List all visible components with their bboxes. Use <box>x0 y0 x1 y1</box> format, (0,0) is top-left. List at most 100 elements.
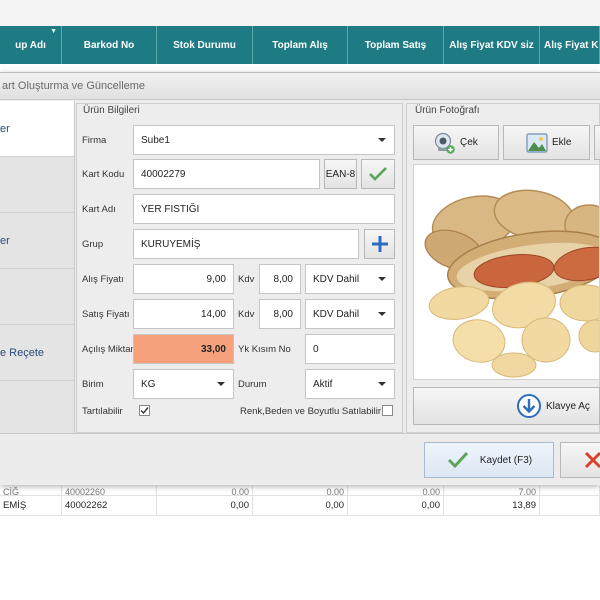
extra-photo-button[interactable] <box>594 125 600 160</box>
col-grup-adi[interactable]: up Adı ▼ <box>0 26 62 64</box>
add-group-button[interactable] <box>364 229 395 259</box>
grid-body: ÇİĞ 40002260 0,00 0,00 0,00 7,00 EMİŞ 40… <box>0 480 600 520</box>
cek-button[interactable]: Çek <box>413 125 499 160</box>
kaydet-button[interactable]: Kaydet (F3) <box>424 442 554 478</box>
sidebar-item-3[interactable]: er <box>0 213 74 269</box>
sidebar-item-genel[interactable]: er <box>0 101 74 157</box>
dialog-sidebar: er er e Reçete <box>0 101 75 433</box>
kdv-label-1: Kdv <box>238 274 255 285</box>
sidebar-item-recete[interactable]: e Reçete <box>0 325 74 381</box>
ean8-button[interactable]: EAN-8 <box>324 159 357 189</box>
col-label: Alış Fiyat KDV <box>544 39 599 51</box>
table-row[interactable]: EMİŞ 40002262 0,00 0,00 0,00 13,89 <box>0 496 600 516</box>
cell-toplam-satis: 0,00 <box>348 486 444 495</box>
cell-toplam-satis: 0,00 <box>348 496 444 515</box>
kart-adi-value: YER FISTIĞI <box>141 203 200 215</box>
kart-adi-input[interactable]: YER FISTIĞI <box>133 194 395 224</box>
kdv-type-value-1: KDV Dahil <box>313 273 360 285</box>
ekle-button[interactable]: Ekle <box>503 125 590 160</box>
ean8-label: EAN-8 <box>325 168 356 180</box>
durum-select[interactable]: Aktif <box>305 369 395 399</box>
renk-beden-checkbox[interactable] <box>382 405 393 416</box>
alis-fiyati-input[interactable]: 9,00 <box>133 264 234 294</box>
birim-value: KG <box>141 378 156 390</box>
col-toplam-satis[interactable]: Toplam Satış <box>348 26 444 64</box>
kdv-value-2: 8,00 <box>273 308 293 320</box>
col-barkod-no[interactable]: Barkod No <box>62 26 157 64</box>
satis-fiyati-input[interactable]: 14,00 <box>133 299 234 329</box>
alis-fiyati-value: 9,00 <box>206 273 226 285</box>
toolbar-strip <box>0 0 600 26</box>
kdv-type-select-1[interactable]: KDV Dahil <box>305 264 395 294</box>
kdv-type-value-2: KDV Dahil <box>313 308 360 320</box>
col-alis-fiyat-kdv[interactable]: Alış Fiyat KDV <box>540 26 600 64</box>
peanut-image <box>414 165 599 379</box>
alis-fiyati-label: Alış Fiyatı <box>82 274 124 285</box>
grup-input[interactable]: KURUYEMİŞ <box>133 229 359 259</box>
cell-stok: 0,00 <box>157 486 253 495</box>
satis-fiyati-value: 14,00 <box>200 308 226 320</box>
klavye-label: Klavye Aç <box>546 400 590 412</box>
plus-icon <box>371 236 388 252</box>
product-photo[interactable] <box>413 164 600 380</box>
kdv-input-1[interactable]: 8,00 <box>259 264 301 294</box>
ekle-label: Ekle <box>552 137 572 148</box>
arrow-down-circle-icon <box>517 394 541 418</box>
urun-bilgileri-title: Ürün Bilgileri <box>83 105 140 116</box>
confirm-code-button[interactable] <box>361 159 395 189</box>
col-stok-durumu[interactable]: Stok Durumu <box>157 26 253 64</box>
kart-kodu-input[interactable]: 40002279 <box>133 159 320 189</box>
dialog-footer: Kaydet (F3) <box>0 433 600 485</box>
col-toplam-alis[interactable]: Toplam Alış <box>253 26 348 64</box>
sidebar-item-label: e Reçete <box>0 346 45 359</box>
chevron-down-icon <box>378 312 386 316</box>
chevron-down-icon <box>378 382 386 386</box>
firma-select[interactable]: Sube1 <box>133 125 395 155</box>
firma-value: Sube1 <box>141 134 170 146</box>
cek-label: Çek <box>460 137 478 148</box>
sidebar-item-4[interactable] <box>0 269 74 325</box>
cell-alis-kdv <box>540 496 600 515</box>
acilis-miktar-input[interactable]: 33,00 <box>133 334 234 364</box>
kdv-input-2[interactable]: 8,00 <box>259 299 301 329</box>
col-label: Barkod No <box>83 39 135 51</box>
sidebar-item-2[interactable] <box>0 157 74 213</box>
cell-toplam-alis: 0,00 <box>253 496 348 515</box>
cell-barkod: 40002260 <box>62 486 157 495</box>
check-icon <box>447 451 468 469</box>
kdv-value-1: 8,00 <box>273 273 293 285</box>
dialog-title: art Oluşturma ve Güncelleme <box>0 73 600 100</box>
sidebar-item-label: er <box>0 122 10 135</box>
acilis-miktar-label: Açılış Miktar <box>82 344 134 355</box>
filter-icon[interactable]: ▼ <box>50 28 57 35</box>
durum-value: Aktif <box>313 378 333 390</box>
chevron-down-icon <box>378 138 386 142</box>
col-label: Stok Durumu <box>173 39 236 51</box>
tartilabilir-label: Tartılabilir <box>82 406 123 417</box>
yk-kisim-value: 0 <box>313 343 319 355</box>
cell-toplam-alis: 0,00 <box>253 486 348 495</box>
kart-kodu-label: Kart Kodu <box>82 169 125 180</box>
firma-label: Firma <box>82 135 107 146</box>
tartilabilir-checkbox[interactable] <box>139 405 150 416</box>
cell-grup: EMİŞ <box>0 496 62 515</box>
kaydet-label: Kaydet (F3) <box>479 454 533 466</box>
birim-label: Birim <box>82 379 104 390</box>
webcam-icon <box>434 132 455 154</box>
col-label: Alış Fiyat KDV siz <box>449 39 534 51</box>
col-label: Toplam Alış <box>272 39 328 51</box>
cell-stok: 0,00 <box>157 496 253 515</box>
durum-label: Durum <box>238 379 267 390</box>
grid-header: up Adı ▼ Barkod No Stok Durumu Toplam Alı… <box>0 26 600 64</box>
kart-adi-label: Kart Adı <box>82 204 116 215</box>
chevron-down-icon <box>217 382 225 386</box>
klavye-ac-button[interactable]: Klavye Aç <box>413 387 600 425</box>
acilis-miktar-value: 33,00 <box>200 343 226 355</box>
birim-select[interactable]: KG <box>133 369 234 399</box>
cell-alis-kdv <box>540 486 600 495</box>
col-alis-fiyat-kdvsiz[interactable]: Alış Fiyat KDV siz <box>444 26 540 64</box>
cancel-button[interactable] <box>560 442 600 478</box>
urun-fotografi-title: Ürün Fotoğrafı <box>415 105 480 116</box>
kdv-type-select-2[interactable]: KDV Dahil <box>305 299 395 329</box>
yk-kisim-input[interactable]: 0 <box>305 334 395 364</box>
